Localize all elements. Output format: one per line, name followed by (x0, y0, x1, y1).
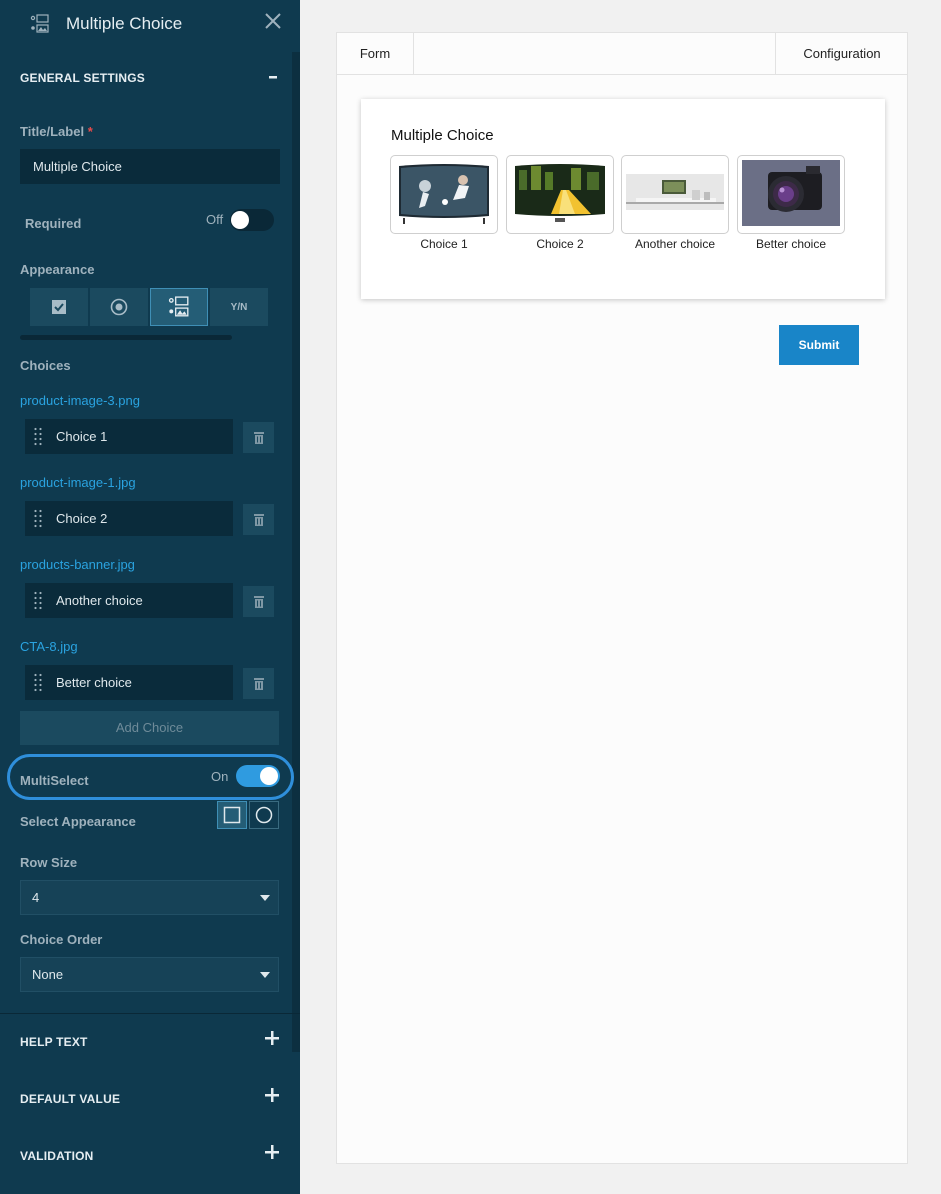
sidebar-title: Multiple Choice (66, 14, 183, 33)
choices-label: Choices (20, 358, 71, 373)
expand-icon[interactable] (264, 1144, 280, 1160)
choice-row[interactable]: Better choice (25, 665, 233, 700)
form-panel: Form Configuration Multiple Choice Choic… (336, 32, 908, 1164)
choice-tile[interactable] (621, 155, 729, 234)
required-marker: * (87, 124, 93, 139)
appearance-radio-button[interactable] (90, 288, 148, 326)
image-choice-icon (168, 296, 189, 317)
choice-tile-label[interactable]: Better choice (737, 237, 845, 251)
chevron-down-icon (260, 972, 270, 978)
select-square-button[interactable] (217, 801, 247, 829)
tv-soccer-image (395, 160, 493, 226)
camera-image (742, 160, 840, 226)
choice-tile-label[interactable]: Another choice (621, 237, 729, 251)
row-size-label: Row Size (20, 855, 78, 870)
trash-icon (253, 432, 264, 444)
toggle-knob (260, 767, 278, 785)
choice-tile-label[interactable]: Choice 1 (390, 237, 498, 251)
add-choice-button[interactable]: Add Choice (20, 711, 279, 745)
choice-image-link[interactable]: product-image-1.jpg (20, 475, 136, 490)
collapse-icon[interactable] (264, 69, 280, 85)
section-divider (0, 1013, 300, 1014)
radio-icon (110, 298, 128, 316)
choice-row[interactable]: Choice 1 (25, 419, 233, 454)
tab-configuration[interactable]: Configuration (775, 33, 908, 75)
tv-city-image (511, 160, 609, 226)
drag-handle-icon[interactable] (33, 672, 43, 692)
select-appearance-label: Select Appearance (20, 814, 136, 829)
multiselect-label: MultiSelect (20, 773, 89, 788)
multiselect-toggle[interactable] (236, 765, 280, 787)
appearance-image-button[interactable] (150, 288, 208, 326)
settings-sidebar: Multiple Choice GENERAL SETTINGS Title/L… (0, 0, 300, 1194)
help-text-header[interactable]: HELP TEXT (20, 1035, 88, 1049)
expand-icon[interactable] (264, 1030, 280, 1046)
choice-tile[interactable] (390, 155, 498, 234)
drag-handle-icon[interactable] (33, 590, 43, 610)
panel-tabs: Form Configuration (337, 33, 907, 75)
choice-order-select[interactable]: None (20, 957, 279, 992)
image-choice-icon (30, 14, 49, 33)
choice-label[interactable]: Better choice (56, 675, 132, 690)
appearance-yn-button[interactable]: Y/N (210, 288, 268, 326)
choice-row[interactable]: Choice 2 (25, 501, 233, 536)
close-icon[interactable] (262, 10, 284, 32)
square-icon (223, 806, 241, 824)
sidebar-scrollbar[interactable] (292, 52, 300, 1052)
expand-icon[interactable] (264, 1087, 280, 1103)
sidebar-header: Multiple Choice (0, 0, 300, 48)
delete-choice-button[interactable] (243, 668, 274, 699)
required-toggle[interactable] (230, 209, 274, 231)
delete-choice-button[interactable] (243, 422, 274, 453)
choice-image-link[interactable]: CTA-8.jpg (20, 639, 78, 654)
living-room-image (626, 160, 724, 226)
trash-icon (253, 596, 264, 608)
delete-choice-button[interactable] (243, 586, 274, 617)
choice-order-value: None (32, 967, 64, 982)
circle-icon (255, 806, 273, 824)
row-size-value: 4 (32, 890, 40, 905)
required-state: Off (206, 212, 224, 227)
drag-handle-icon[interactable] (33, 426, 43, 446)
default-value-header[interactable]: DEFAULT VALUE (20, 1092, 120, 1106)
choice-tile-label[interactable]: Choice 2 (506, 237, 614, 251)
choice-image-link[interactable]: product-image-3.png (20, 393, 140, 408)
form-preview-card: Multiple Choice Choice 1 Choice 2 Anothe… (361, 99, 885, 299)
choice-label[interactable]: Choice 2 (56, 511, 107, 526)
question-title: Multiple Choice (391, 127, 494, 144)
choice-tile[interactable] (737, 155, 845, 234)
choice-image-link[interactable]: products-banner.jpg (20, 557, 135, 572)
choice-order-label: Choice Order (20, 932, 103, 947)
choice-label[interactable]: Another choice (56, 593, 143, 608)
delete-choice-button[interactable] (243, 504, 274, 535)
trash-icon (253, 678, 264, 690)
toggle-knob (231, 211, 249, 229)
choice-label[interactable]: Choice 1 (56, 429, 107, 444)
row-size-select[interactable]: 4 (20, 880, 279, 915)
validation-header[interactable]: VALIDATION (20, 1149, 94, 1163)
chevron-down-icon (260, 895, 270, 901)
title-label-text: Title/Label (20, 124, 85, 139)
appearance-checkbox-button[interactable] (30, 288, 88, 326)
drag-handle-icon[interactable] (33, 508, 43, 528)
appearance-label: Appearance (20, 262, 95, 277)
appearance-selector: Y/N (30, 288, 268, 326)
submit-button[interactable]: Submit (779, 325, 859, 365)
general-settings-header[interactable]: GENERAL SETTINGS (20, 71, 145, 85)
select-circle-button[interactable] (249, 801, 279, 829)
multiselect-state: On (211, 769, 229, 784)
choice-row[interactable]: Another choice (25, 583, 233, 618)
required-label: Required (25, 216, 82, 231)
appearance-scrollbar[interactable] (20, 335, 232, 340)
title-label: Title/Label * (20, 124, 93, 139)
title-input[interactable]: Multiple Choice (20, 149, 280, 184)
trash-icon (253, 514, 264, 526)
checkbox-icon (52, 300, 66, 314)
tab-form[interactable]: Form (337, 33, 414, 75)
choice-tile[interactable] (506, 155, 614, 234)
